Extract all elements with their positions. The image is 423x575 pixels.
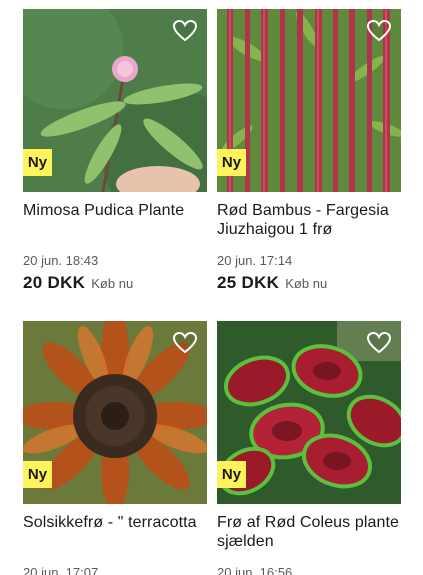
price-row: 20 DKK Køb nu [23, 273, 207, 293]
new-badge: Ny [23, 461, 52, 488]
heart-outline-icon [172, 19, 198, 42]
heart-outline-icon [172, 331, 198, 354]
listing-title[interactable]: Solsikkefrø - " terracotta [23, 513, 207, 551]
listing-image[interactable]: Ny [217, 9, 401, 192]
listing-title[interactable]: Frø af Rød Coleus plante sjælden [217, 513, 401, 551]
heart-outline-icon [366, 19, 392, 42]
listing-card[interactable]: Ny Rød Bambus - Fargesia Jiuzhaigou 1 fr… [217, 9, 401, 293]
listing-price: 20 DKK [23, 273, 86, 292]
new-badge: Ny [23, 149, 52, 176]
listing-time: 20 jun. 17:07 [23, 565, 99, 575]
buy-now-link[interactable]: Køb nu [91, 276, 133, 291]
listing-image[interactable]: Ny [23, 9, 207, 192]
new-badge: Ny [217, 149, 246, 176]
listing-card[interactable]: Ny Solsikkefrø - " terracotta 20 jun. 17… [23, 321, 207, 575]
listing-card[interactable]: Ny Frø af Rød Coleus plante sjælden 20 j… [217, 321, 401, 575]
listing-time: 20 jun. 16:56 [217, 565, 293, 575]
price-row: 25 DKK Køb nu [217, 273, 401, 293]
listing-price: 25 DKK [217, 273, 280, 292]
listing-image[interactable]: Ny [217, 321, 401, 504]
favorite-button[interactable] [365, 17, 393, 45]
favorite-button[interactable] [365, 329, 393, 357]
listing-title[interactable]: Rød Bambus - Fargesia Jiuzhaigou 1 frø [217, 201, 401, 239]
favorite-button[interactable] [171, 17, 199, 45]
heart-outline-icon [366, 331, 392, 354]
listing-image[interactable]: Ny [23, 321, 207, 504]
listing-title[interactable]: Mimosa Pudica Plante [23, 201, 207, 239]
listing-time: 20 jun. 18:43 [23, 253, 99, 268]
favorite-button[interactable] [171, 329, 199, 357]
listing-card[interactable]: Ny Mimosa Pudica Plante 20 jun. 18:43 20… [23, 9, 207, 293]
listing-time: 20 jun. 17:14 [217, 253, 293, 268]
buy-now-link[interactable]: Køb nu [285, 276, 327, 291]
new-badge: Ny [217, 461, 246, 488]
